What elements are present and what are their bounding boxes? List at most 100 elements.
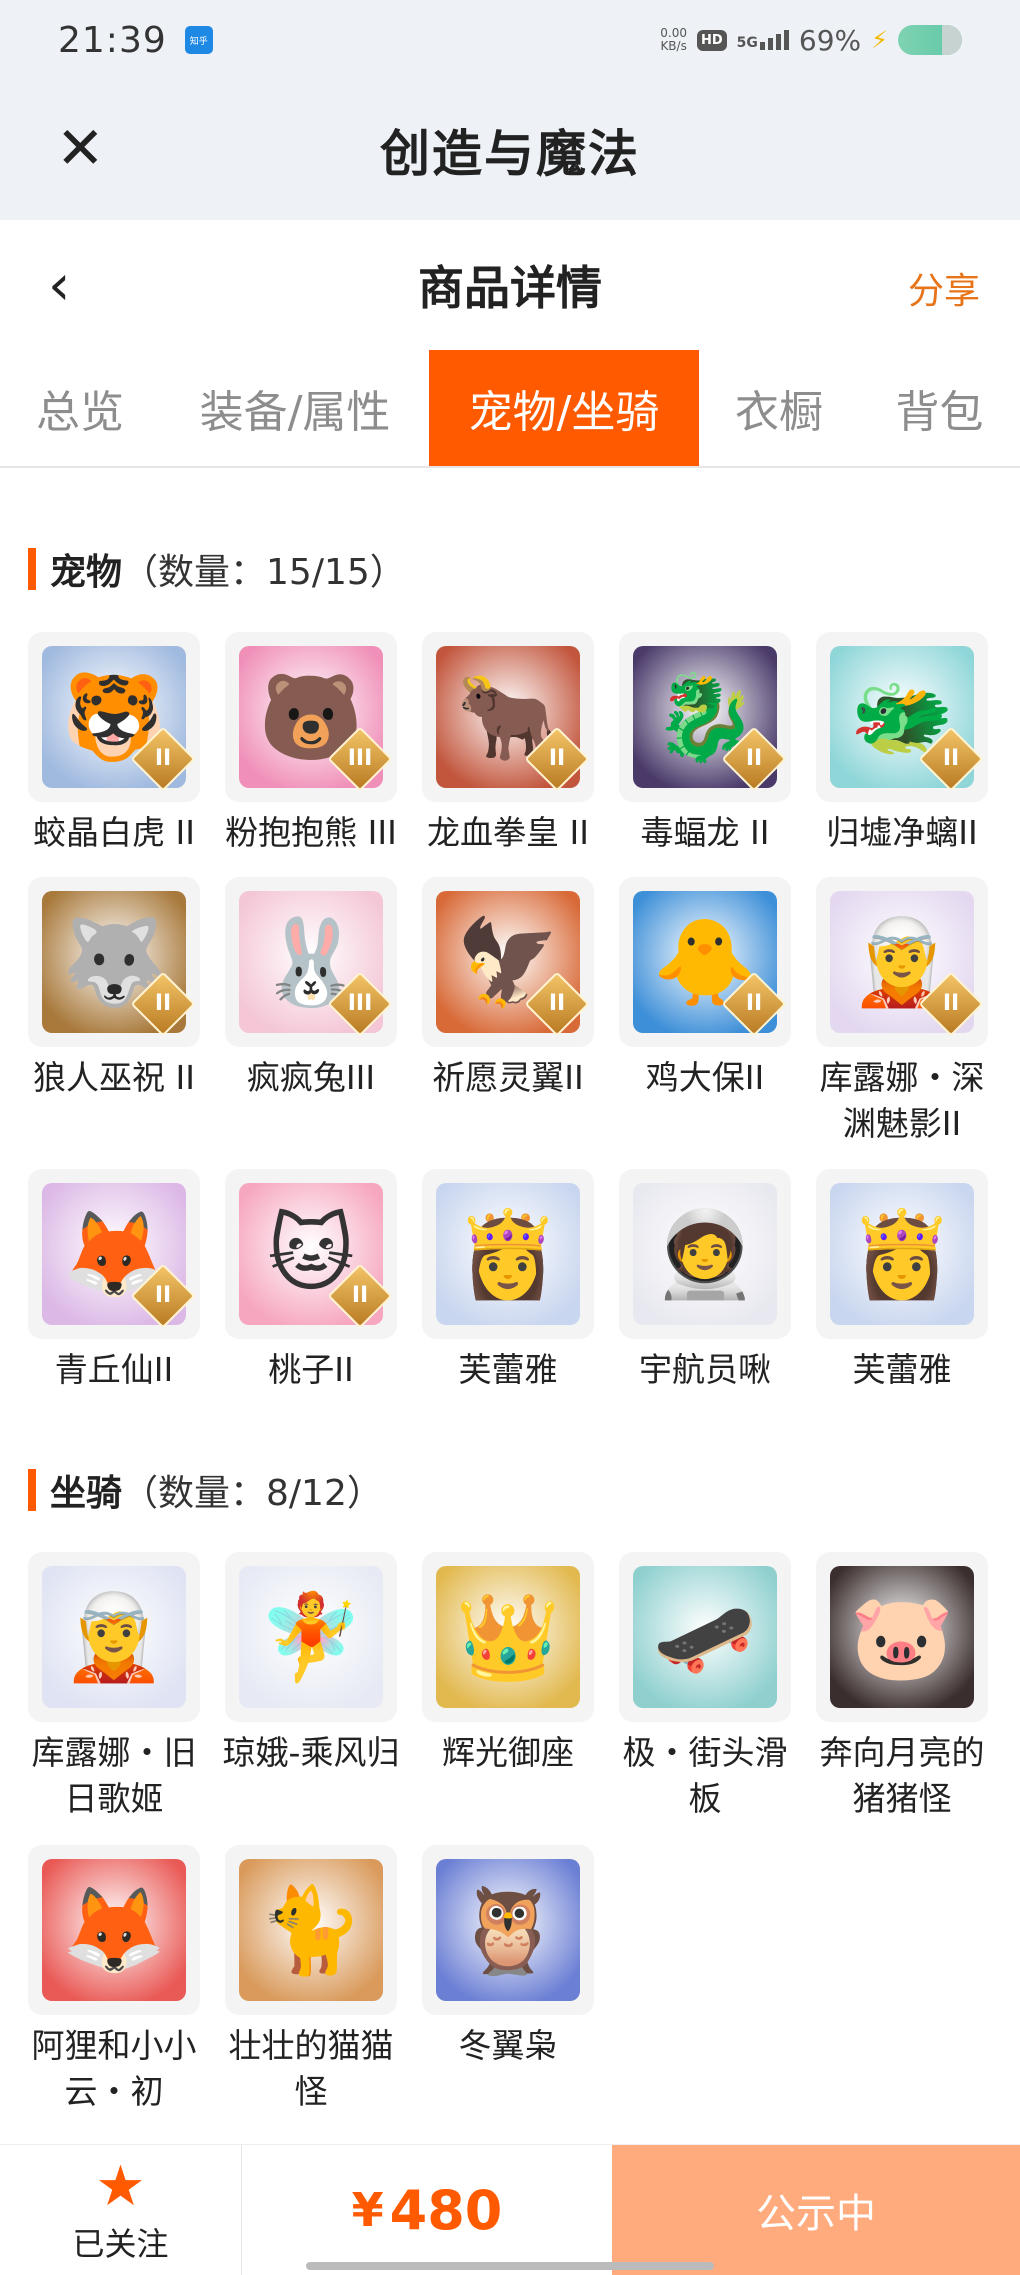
item-name: 青丘仙II (54, 1350, 174, 1389)
grid-item[interactable]: 🐥 II 鸡大保II (606, 877, 804, 1101)
status-time: 21:39 (58, 19, 167, 61)
item-thumbnail: 🐰 III (225, 877, 397, 1047)
freya-glyph: 👸 (455, 1204, 561, 1303)
app-title: 创造与魔法 (380, 125, 640, 183)
grid-item[interactable]: 🧝 库露娜・旧日歌姬 (15, 1552, 213, 1822)
item-name: 毒蝠龙 II (640, 813, 770, 852)
item-thumbnail: 🐱 II (225, 1169, 397, 1339)
battery-icon (898, 25, 962, 55)
grid-item[interactable]: 🧝 II 库露娜・深渊魅影II (803, 877, 1001, 1147)
item-thumbnail: 🦊 (28, 1845, 200, 2015)
tab-overview[interactable]: 总览 (0, 350, 160, 466)
item-thumbnail: 🐺 II (28, 877, 200, 1047)
grid-item[interactable]: 🐂 II 龙血拳皇 II (409, 632, 607, 856)
page-title: 商品详情 (418, 261, 602, 315)
item-thumbnail: 🐲 II (816, 632, 988, 802)
rank-label: II (548, 746, 566, 771)
pets-title: 宠物 (50, 552, 123, 593)
grid-item[interactable]: 👸 芙蕾雅 (803, 1169, 1001, 1393)
item-thumbnail: 🦅 II (422, 877, 594, 1047)
price-value: 480 (389, 2178, 503, 2242)
mounts-section-header: 坐骑 （数量：8/12） (28, 1464, 383, 1516)
battery-percent: 69% (798, 23, 862, 57)
item-name: 宇航员啾 (639, 1350, 771, 1389)
rank-label: II (154, 1283, 172, 1308)
rank-label: II (154, 746, 172, 771)
item-name: 疯疯兔III (246, 1058, 376, 1097)
item-name: 粉抱抱熊 III (225, 813, 397, 852)
nav-bar: ‹ 商品详情 分享 (0, 220, 1020, 350)
section-accent (28, 548, 36, 590)
tab-pets-mounts[interactable]: 宠物/坐骑 (429, 350, 699, 466)
star-icon: ★ (95, 2154, 146, 2219)
rank-label: II (548, 991, 566, 1016)
grid-item[interactable]: 🐺 II 狼人巫祝 II (15, 877, 213, 1101)
charging-icon: ⚡ (871, 26, 888, 54)
item-name: 芙蕾雅 (458, 1350, 558, 1389)
network-speed: 0.00 KB/s (660, 27, 687, 53)
item-name: 阿狸和小小云・初 (31, 2026, 197, 2111)
item-name: 归墟净螭II (826, 813, 978, 852)
back-icon[interactable]: ‹ (48, 258, 70, 314)
grid-item[interactable]: 🦅 II 祈愿灵翼II (409, 877, 607, 1101)
throne-glyph: 👑 (455, 1587, 561, 1686)
item-thumbnail: 👸 (816, 1169, 988, 1339)
grid-item[interactable]: 🐰 III 疯疯兔III (212, 877, 410, 1101)
item-thumbnail: 🧑‍🚀 (619, 1169, 791, 1339)
section-accent (28, 1469, 36, 1511)
bottom-bar: ★ 已关注 ¥ 480 公示中 (0, 2144, 1020, 2275)
grid-item[interactable]: 🦉 冬翼枭 (409, 1845, 607, 2069)
rank-label: II (942, 991, 960, 1016)
follow-button[interactable]: ★ 已关注 (0, 2145, 242, 2275)
grid-item[interactable]: 👸 芙蕾雅 (409, 1169, 607, 1393)
grid-item[interactable]: 🐷 奔向月亮的猪猪怪 (803, 1552, 1001, 1822)
grid-item[interactable]: 🐯 II 蛟晶白虎 II (15, 632, 213, 856)
status-button[interactable]: 公示中 (612, 2145, 1020, 2275)
tab-bar: 总览 装备/属性 宠物/坐骑 衣橱 背包 (0, 350, 1020, 468)
grid-item[interactable]: 🐲 II 归墟净螭II (803, 632, 1001, 856)
pets-section-header: 宠物 （数量：15/15） (28, 543, 406, 595)
zhihu-app-icon: 知乎 (184, 26, 213, 54)
rank-label: II (745, 746, 763, 771)
grid-item[interactable]: 👑 辉光御座 (409, 1552, 607, 1776)
item-name: 极・街头滑板 (622, 1733, 788, 1818)
rank-label: II (745, 991, 763, 1016)
grid-item[interactable]: 🧚 琼娥-乘风归 (212, 1552, 410, 1776)
grid-item[interactable]: 🐈 壮壮的猫猫怪 (212, 1845, 410, 2115)
tab-equipment[interactable]: 装备/属性 (160, 350, 430, 466)
grid-item[interactable]: 🧑‍🚀 宇航员啾 (606, 1169, 804, 1393)
grid-item[interactable]: 🦊 II 青丘仙II (15, 1169, 213, 1393)
mounts-count: （数量：8/12） (122, 1473, 383, 1514)
grid-item[interactable]: 🛹 极・街头滑板 (606, 1552, 804, 1822)
grid-item[interactable]: 🦊 阿狸和小小云・初 (15, 1845, 213, 2115)
item-thumbnail: 🐉 II (619, 632, 791, 802)
network-speed-unit: KB/s (660, 39, 687, 53)
status-bar: 21:39 知乎 0.00 KB/s HD 5G 69% ⚡ (0, 0, 1020, 80)
rank-label: II (942, 746, 960, 771)
hd-icon: HD (697, 29, 727, 51)
home-indicator[interactable] (306, 2262, 714, 2270)
share-button[interactable]: 分享 (908, 262, 980, 314)
moon-lady-glyph: 🧚 (258, 1587, 364, 1686)
item-thumbnail: 🐷 (816, 1552, 988, 1722)
currency-symbol: ¥ (351, 2183, 384, 2237)
item-name: 琼娥-乘风归 (222, 1733, 400, 1772)
tab-backpack[interactable]: 背包 (859, 350, 1020, 466)
grid-item[interactable]: 🐱 II 桃子II (212, 1169, 410, 1393)
app-bar: ✕ 创造与魔法 (0, 80, 1020, 220)
item-name: 库露娜・旧日歌姬 (31, 1733, 197, 1818)
kuluna-singer-glyph: 🧝 (61, 1587, 167, 1686)
follow-label: 已关注 (72, 2225, 169, 2263)
grid-item[interactable]: 🐻 III 粉抱抱熊 III (212, 632, 410, 856)
close-icon[interactable]: ✕ (56, 118, 105, 178)
rank-label: III (347, 991, 373, 1016)
item-name: 库露娜・深渊魅影II (819, 1058, 985, 1143)
item-thumbnail: 🐻 III (225, 632, 397, 802)
item-name: 狼人巫祝 II (33, 1058, 195, 1097)
ali-cloud-glyph: 🦊 (61, 1880, 167, 1979)
signal-icon: 5G (737, 30, 789, 50)
item-thumbnail: 🐥 II (619, 877, 791, 1047)
tab-wardrobe[interactable]: 衣橱 (699, 350, 859, 466)
grid-item[interactable]: 🐉 II 毒蝠龙 II (606, 632, 804, 856)
item-name: 辉光御座 (442, 1733, 574, 1772)
